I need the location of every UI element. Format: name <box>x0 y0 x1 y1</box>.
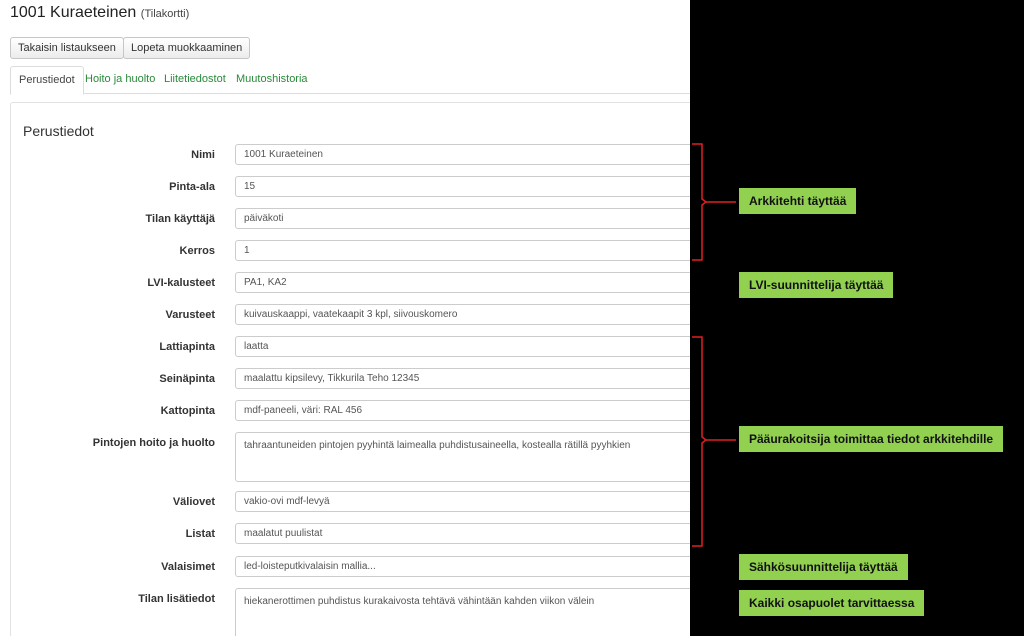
annotation-all-parties: Kaikki osapuolet tarvittaessa <box>739 590 925 616</box>
annotation-contractor: Pääurakoitsija toimittaa tiedot arkkiteh… <box>739 426 1004 452</box>
bracket-architect <box>692 143 708 261</box>
annotation-brackets <box>692 143 736 547</box>
bracket-contractor <box>692 336 708 547</box>
annotation-architect: Arkkitehti täyttää <box>739 188 857 214</box>
annotation-electrical: Sähkösuunnittelija täyttää <box>739 554 908 580</box>
annotation-hvac: LVI-suunnittelija täyttää <box>739 272 894 298</box>
